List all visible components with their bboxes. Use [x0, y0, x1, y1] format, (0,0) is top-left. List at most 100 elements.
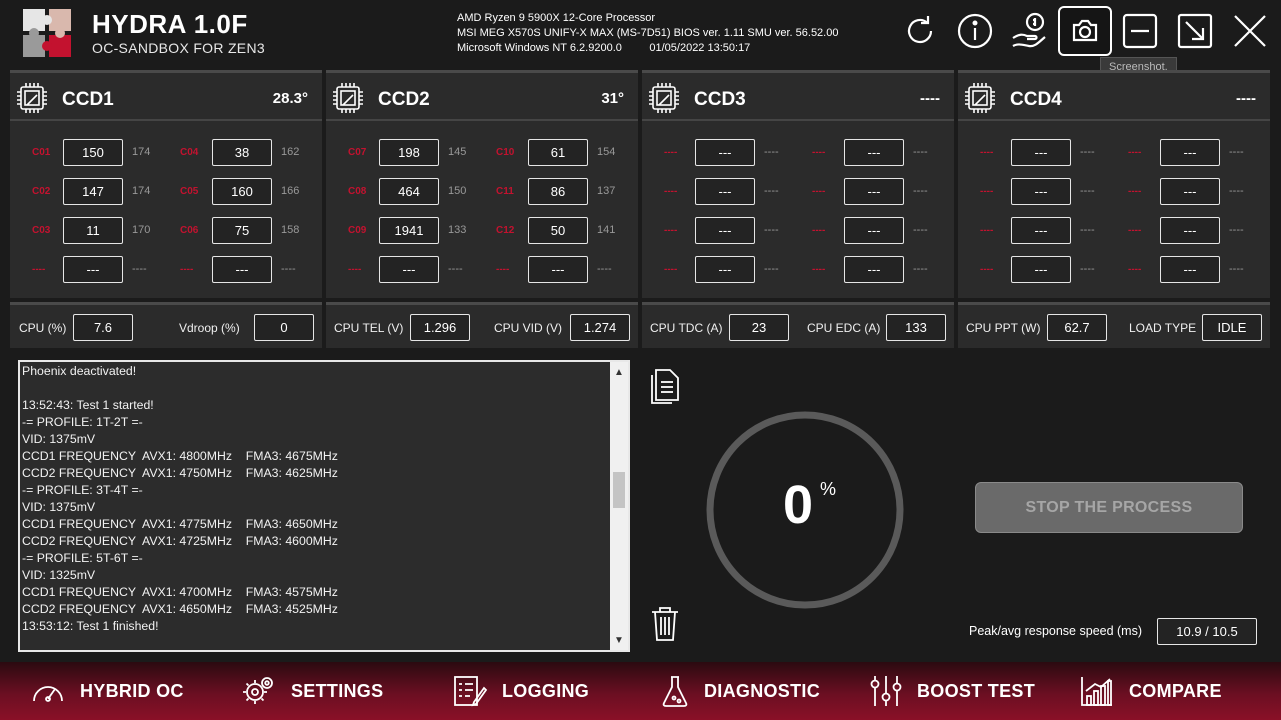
- ccd-header: CCD1 28.3°: [10, 73, 322, 121]
- flask-icon: [662, 676, 688, 707]
- donate-icon: [1012, 12, 1046, 48]
- restore-button[interactable]: [1168, 6, 1222, 56]
- screenshot-icon: [1072, 19, 1098, 42]
- cpu-chip-icon: [17, 83, 47, 113]
- logging-icon: [454, 676, 488, 707]
- log-line: -= PROFILE: 3T-4T =-: [22, 483, 143, 497]
- close-button[interactable]: [1223, 6, 1277, 56]
- nav-label: DIAGNOSTIC: [704, 680, 821, 701]
- log-text: Phoenix deactivated! 13:52:43: Test 1 sta…: [22, 363, 610, 635]
- core-label: C02: [32, 186, 51, 197]
- nav-compare[interactable]: COMPARE: [1079, 662, 1222, 720]
- core-max-value: 166: [281, 185, 300, 197]
- metric-value: IDLE: [1202, 314, 1262, 341]
- trash-icon: [652, 607, 678, 641]
- core-max-value: ----: [1080, 185, 1095, 197]
- core-label: C04: [180, 147, 199, 158]
- nav-label: HYBRID OC: [80, 680, 184, 701]
- sliders-icon: [870, 676, 902, 706]
- core-max-value: ----: [1229, 224, 1244, 236]
- stop-process-button[interactable]: STOP THE PROCESS: [975, 482, 1243, 533]
- core-value: 150: [63, 139, 123, 166]
- core-label: ----: [664, 225, 678, 236]
- core-value: 61: [528, 139, 588, 166]
- log-output[interactable]: Phoenix deactivated! 13:52:43: Test 1 sta…: [18, 360, 630, 652]
- core-label: C03: [32, 225, 51, 236]
- core-label: ----: [1128, 264, 1142, 275]
- nav-logging[interactable]: LOGGING: [452, 662, 589, 720]
- ccd-name: CCD3: [694, 89, 746, 110]
- bottom-navigation: HYBRID OC SETTINGS LOGGING DIAGNOSTIC BO…: [0, 662, 1281, 720]
- cpu-chip-icon: [965, 83, 995, 113]
- minimize-icon: [1122, 13, 1158, 49]
- copy-log-button[interactable]: [648, 367, 682, 407]
- refresh-icon: [907, 16, 933, 44]
- scroll-thumb[interactable]: [613, 472, 625, 508]
- core-max-value: 162: [281, 146, 300, 158]
- nav-boost-test[interactable]: BOOST TEST: [869, 662, 1035, 720]
- core-label: C07: [348, 147, 367, 158]
- core-value: ---: [695, 256, 755, 283]
- core-value: 1941: [379, 217, 439, 244]
- metric-value: 0: [254, 314, 314, 341]
- info-button[interactable]: [948, 6, 1002, 56]
- metric-strip-2: CPU TEL (V) 1.296 CPU VID (V) 1.274: [326, 302, 638, 348]
- scroll-down-arrow-icon[interactable]: ▼: [610, 632, 628, 648]
- core-max-value: ----: [281, 263, 296, 275]
- metric-label: CPU TEL (V): [334, 321, 404, 335]
- metric-label: CPU EDC (A): [807, 321, 881, 335]
- app-subtitle: OC-SANDBOX FOR ZEN3: [92, 40, 265, 56]
- metric-label: CPU PPT (W): [966, 321, 1041, 335]
- nav-diagnostic[interactable]: DIAGNOSTIC: [660, 662, 820, 720]
- refresh-button[interactable]: [893, 6, 947, 56]
- nav-settings[interactable]: SETTINGS: [241, 662, 383, 720]
- core-max-value: ----: [764, 224, 779, 236]
- log-line: CCD2 FREQUENCY AVX1: 4725MHz FMA3: 4600M…: [22, 534, 338, 548]
- board-info: MSI MEG X570S UNIFY-X MAX (MS-7D51) BIOS…: [457, 27, 839, 39]
- core-label: C06: [180, 225, 199, 236]
- screenshot-button[interactable]: [1058, 6, 1112, 56]
- core-label: ----: [812, 147, 826, 158]
- scroll-up-arrow-icon[interactable]: ▲: [610, 364, 628, 380]
- core-max-value: 150: [448, 185, 467, 197]
- bar-chart-icon: [1081, 677, 1112, 706]
- metric-strip-4: CPU PPT (W) 62.7 LOAD TYPE IDLE: [958, 302, 1270, 348]
- core-label: ----: [980, 186, 994, 197]
- core-max-value: ----: [1080, 263, 1095, 275]
- core-max-value: ----: [1229, 263, 1244, 275]
- log-line: VID: 1375mV: [22, 500, 96, 514]
- response-speed-value: 10.9 / 10.5: [1157, 618, 1257, 645]
- ccd-panel-3: CCD3 ---- ---- --- ---- ---- --- ---- ---- --- ---…: [642, 70, 954, 298]
- nav-hybrid-oc[interactable]: HYBRID OC: [30, 662, 184, 720]
- core-max-value: ----: [913, 146, 928, 158]
- minimize-button[interactable]: [1113, 6, 1167, 56]
- core-label: ----: [1128, 186, 1142, 197]
- core-label: ----: [1128, 225, 1142, 236]
- metric-label: CPU VID (V): [494, 321, 563, 335]
- metric-value: 1.274: [570, 314, 630, 341]
- clear-log-button[interactable]: [648, 604, 682, 644]
- ccd-temperature: ----: [1236, 90, 1256, 107]
- log-scrollbar[interactable]: ▲ ▼: [610, 362, 628, 650]
- core-label: ----: [980, 147, 994, 158]
- core-label: ----: [496, 264, 510, 275]
- donate-button[interactable]: [1003, 6, 1057, 56]
- core-max-value: 133: [448, 224, 467, 236]
- gears-icon: [243, 677, 273, 704]
- gauge-icon: [33, 686, 63, 702]
- core-value: ---: [844, 178, 904, 205]
- ccd-temperature: 28.3°: [272, 90, 308, 107]
- log-line: VID: 1375mV: [22, 432, 96, 446]
- core-label: ----: [664, 264, 678, 275]
- core-value: ---: [1011, 256, 1071, 283]
- ccd-temperature: ----: [920, 90, 940, 107]
- log-line: CCD1 FREQUENCY AVX1: 4800MHz FMA3: 4675M…: [22, 449, 338, 463]
- metric-label: LOAD TYPE: [1129, 321, 1197, 335]
- core-value: 464: [379, 178, 439, 205]
- core-value: 50: [528, 217, 588, 244]
- core-label: C11: [496, 186, 514, 197]
- core-label: ----: [348, 264, 362, 275]
- core-label: C09: [348, 225, 367, 236]
- metric-label: Vdroop (%): [179, 321, 240, 335]
